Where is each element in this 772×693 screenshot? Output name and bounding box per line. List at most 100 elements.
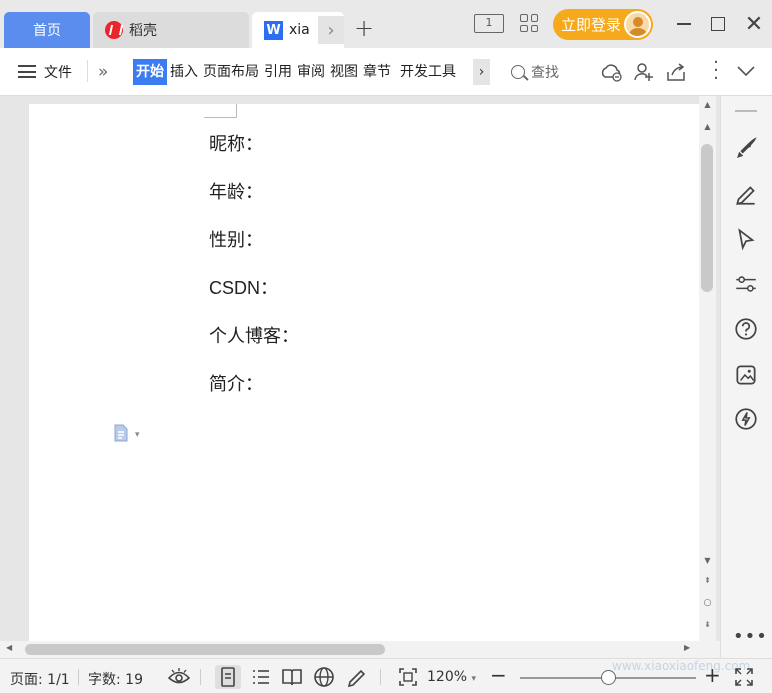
zoom-level[interactable]: 120% ▾ [427, 669, 476, 685]
page-info[interactable]: 页面: 1/1 [10, 669, 70, 689]
cursor-icon[interactable] [733, 226, 759, 252]
scroll-top-icon[interactable]: ▲ [699, 100, 716, 109]
dropdown-caret-icon: ▾ [135, 430, 140, 440]
grid-cell [530, 14, 538, 22]
rocket-icon[interactable] [733, 136, 759, 162]
tab-start[interactable]: 开始 [133, 58, 167, 85]
tab-review[interactable]: 审阅 [295, 59, 327, 85]
search-button[interactable]: 查找 [511, 62, 559, 82]
reading-mode-icon[interactable] [279, 665, 305, 689]
margin-corner-mark [204, 104, 237, 118]
apps-grid-icon[interactable] [520, 14, 538, 32]
word-count[interactable]: 字数: 19 [88, 669, 143, 689]
more-horizontal-icon[interactable]: ••• [733, 626, 768, 647]
doc-line-gender[interactable]: 性别： [209, 226, 263, 252]
ribbon-toolbar: 文件 » 开始 插入 页面布局 引用 审阅 视图 章节 开发工具 › 查找 [0, 48, 772, 96]
fit-page-icon[interactable] [395, 665, 421, 689]
zoom-out-button[interactable]: − [490, 663, 507, 687]
doc-line-blog[interactable]: 个人博客： [209, 322, 299, 348]
ribbon-tabs: 开始 插入 页面布局 引用 审阅 视图 章节 开发工具 [133, 58, 459, 85]
paste-doc-icon [114, 424, 128, 441]
file-menu-label: 文件 [44, 64, 72, 81]
status-bar: 页面: 1/1 字数: 19 120% ▾ − www.xiaoxiaofeng… [0, 658, 772, 693]
minimize-button[interactable] [672, 12, 696, 36]
avatar [624, 11, 651, 38]
share-icon[interactable] [665, 61, 687, 83]
scroll-right-icon[interactable]: ▶ [684, 643, 690, 652]
document-page[interactable]: 昵称： 年龄： 性别： CSDN： 个人博客： 简介： [29, 104, 699, 641]
login-button[interactable]: 立即登录 [553, 9, 653, 40]
tab-chapter[interactable]: 章节 [361, 59, 393, 85]
watermark: www.xiaoxiaofeng.com [612, 659, 751, 673]
outline-view-icon[interactable] [248, 665, 274, 689]
tab-document-label: xia [289, 22, 310, 38]
double-chevron-icon[interactable]: » [98, 62, 108, 82]
login-label: 立即登录 [561, 16, 622, 34]
ribbon-divider [87, 60, 88, 82]
tab-document[interactable]: W xia › [252, 12, 344, 48]
page-switch-icon[interactable]: 1 [474, 14, 504, 33]
tab-page-layout[interactable]: 页面布局 [201, 59, 261, 85]
tab-reference[interactable]: 引用 [262, 59, 294, 85]
paragraph-options-icon[interactable]: ▾ [113, 422, 140, 442]
lightning-icon[interactable] [733, 406, 759, 432]
status-divider [380, 669, 381, 685]
zoom-value: 120% [427, 669, 468, 685]
doc-line-intro[interactable]: 简介： [209, 370, 263, 396]
menu-icon [18, 65, 36, 78]
page-view-icon[interactable] [215, 665, 241, 689]
title-bar: 首页 稻壳 W xia › + 1 立即登录 ✕ [0, 0, 772, 48]
page-indicator: 1 [485, 16, 493, 29]
more-vertical-icon[interactable]: · · · [713, 54, 719, 88]
write-mode-icon[interactable] [344, 665, 370, 689]
select-browse-object-icon[interactable]: ○ [699, 598, 716, 608]
sliders-icon[interactable] [733, 271, 759, 297]
tab-home-label: 首页 [33, 23, 61, 39]
vertical-scroll-thumb[interactable] [701, 144, 713, 292]
scroll-left-icon[interactable]: ◀ [6, 643, 12, 652]
fullscreen-icon[interactable] [731, 665, 757, 689]
tab-developer[interactable]: 开发工具 [398, 59, 458, 85]
right-sidebar: ••• [720, 96, 772, 658]
ribbon-scroll-right-icon[interactable]: › [473, 58, 490, 85]
maximize-button[interactable] [706, 12, 730, 36]
next-page-icon[interactable]: ⇟ [699, 620, 716, 629]
collapse-ribbon-icon[interactable] [736, 64, 756, 78]
file-menu-button[interactable]: 文件 [18, 62, 72, 82]
sidebar-handle [735, 110, 757, 112]
grid-cell [520, 24, 528, 32]
horizontal-scroll-thumb[interactable] [25, 644, 385, 655]
eye-protection-icon[interactable] [166, 665, 192, 689]
grid-cell [530, 24, 538, 32]
gallery-icon[interactable] [733, 362, 759, 388]
doc-line-nickname[interactable]: 昵称： [209, 130, 263, 156]
doc-line-age[interactable]: 年龄： [209, 178, 263, 204]
close-button[interactable]: ✕ [742, 12, 766, 37]
search-label: 查找 [531, 64, 559, 81]
tab-scroll-right-icon[interactable]: › [318, 16, 344, 44]
add-collaborator-icon[interactable] [633, 61, 655, 83]
doc-line-csdn[interactable]: CSDN： [209, 274, 278, 300]
vertical-scrollbar[interactable]: ▲ ▲ ▼ ⇞ ○ ⇟ [699, 96, 716, 641]
daoke-logo-icon [105, 21, 123, 39]
zoom-dropdown-icon: ▾ [471, 674, 477, 684]
tab-insert[interactable]: 插入 [168, 59, 200, 85]
scroll-down-icon[interactable]: ▼ [699, 556, 716, 565]
help-icon[interactable] [733, 316, 759, 342]
new-tab-button[interactable]: + [354, 14, 374, 42]
pen-icon[interactable] [733, 181, 759, 207]
status-divider [200, 669, 201, 685]
tab-daoke-label: 稻壳 [129, 23, 157, 39]
writer-doc-icon: W [264, 20, 283, 40]
cloud-sync-icon[interactable] [600, 61, 624, 83]
tab-view[interactable]: 视图 [328, 59, 360, 85]
zoom-in-button[interactable]: + [704, 663, 721, 687]
web-layout-icon[interactable] [311, 665, 337, 689]
status-divider [78, 669, 79, 685]
grid-cell [520, 14, 528, 22]
horizontal-scrollbar[interactable]: ◀ ▶ [0, 641, 720, 658]
tab-daoke[interactable]: 稻壳 [93, 12, 249, 48]
scroll-up-icon[interactable]: ▲ [699, 122, 716, 131]
prev-page-icon[interactable]: ⇞ [699, 576, 716, 585]
tab-home[interactable]: 首页 [4, 12, 90, 48]
